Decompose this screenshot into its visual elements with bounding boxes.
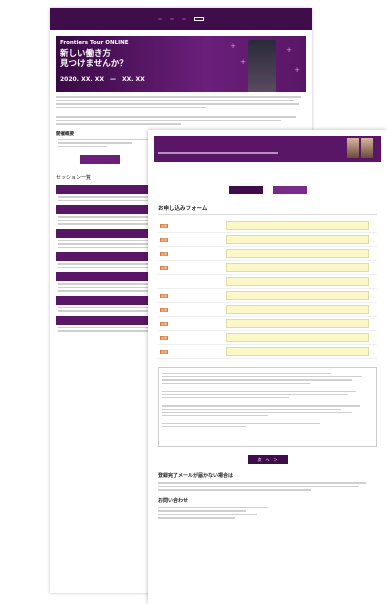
hero-headline-line1: 新しい働き方	[60, 49, 112, 59]
mail-help-text	[158, 482, 377, 491]
form-row: 必須	[158, 261, 377, 275]
header-tag	[182, 18, 186, 20]
detail-button[interactable]	[228, 186, 263, 194]
text-input[interactable]	[226, 347, 369, 356]
required-badge: 必須	[160, 321, 169, 326]
required-badge: 必須	[160, 349, 169, 354]
form-row: 必須	[158, 233, 377, 247]
required-badge: 必須	[160, 251, 169, 256]
header-tag	[158, 18, 162, 20]
hero-headline-line2: 見つけませんか？	[60, 59, 128, 69]
required-badge: 必須	[160, 307, 169, 312]
form-row: 必須	[158, 247, 377, 261]
hero-headline: 新しい働き方 見つけませんか？	[60, 49, 128, 69]
text-input[interactable]	[226, 277, 369, 286]
field-label: 必須	[158, 237, 226, 242]
field-label: 必須	[158, 265, 226, 270]
form-row: 必須	[158, 219, 377, 233]
registration-page: お申し込みフォーム 必須 必須 必須 必須 必須 必須 必須 必須 必須 次 へ ＞ 登録完了メ…	[148, 130, 387, 604]
contact-title: お問い合わせ	[158, 497, 189, 504]
field-label: 必須	[158, 307, 226, 312]
field-label: 必須	[158, 223, 226, 228]
text-input[interactable]	[226, 333, 369, 342]
text-input[interactable]	[226, 235, 369, 244]
text-input[interactable]	[226, 249, 369, 258]
event-date: 2020. XX. XX — XX. XX	[60, 76, 145, 83]
avatar	[347, 138, 359, 158]
apply-button[interactable]	[80, 155, 120, 164]
session-header-detail	[158, 152, 278, 154]
text-input[interactable]	[226, 305, 369, 314]
form-fields: 必須 必須 必須 必須 必須 必須 必須 必須 必須	[148, 219, 387, 359]
header-tag	[170, 18, 174, 20]
top-header	[50, 8, 312, 30]
speaker-avatars	[347, 138, 373, 158]
login-button[interactable]	[272, 186, 307, 194]
field-label: 必須	[158, 335, 226, 340]
event-logo: Frontiers Tour ONLINE	[60, 40, 129, 46]
field-label: 必須	[158, 349, 226, 354]
avatar	[361, 138, 373, 158]
plus-decoration-icon: +	[230, 42, 236, 50]
form-row: 必須	[158, 317, 377, 331]
intro-text	[56, 96, 306, 125]
plus-decoration-icon: +	[240, 58, 246, 66]
form-row: 必須	[158, 303, 377, 317]
field-label: 必須	[158, 321, 226, 326]
form-row: 必須	[158, 331, 377, 345]
required-badge: 必須	[160, 223, 169, 228]
text-input[interactable]	[226, 319, 369, 328]
required-badge: 必須	[160, 335, 169, 340]
form-row: 必須	[158, 345, 377, 359]
header-button[interactable]	[194, 17, 204, 21]
required-badge: 必須	[160, 237, 169, 242]
speaker-photo	[248, 40, 276, 92]
required-badge: 必須	[160, 265, 169, 270]
required-badge: 必須	[160, 293, 169, 298]
session-header	[154, 136, 381, 162]
field-label: 必須	[158, 293, 226, 298]
form-row: 必須	[158, 289, 377, 303]
contact-text	[158, 506, 377, 519]
field-label: 必須	[158, 251, 226, 256]
text-input[interactable]	[226, 291, 369, 300]
plus-decoration-icon: +	[294, 66, 300, 74]
plus-decoration-icon: +	[286, 46, 292, 54]
text-input[interactable]	[226, 221, 369, 230]
form-row	[158, 275, 377, 289]
text-input[interactable]	[226, 263, 369, 272]
privacy-policy-box[interactable]	[158, 367, 377, 447]
top-buttons	[148, 186, 387, 194]
mail-help-title: 登録完了メールが届かない場合は	[158, 473, 234, 479]
next-button[interactable]: 次 へ ＞	[247, 455, 288, 464]
hero-banner: Frontiers Tour ONLINE 新しい働き方 見つけませんか？ 20…	[56, 36, 306, 92]
form-title: お申し込みフォーム	[158, 204, 377, 215]
